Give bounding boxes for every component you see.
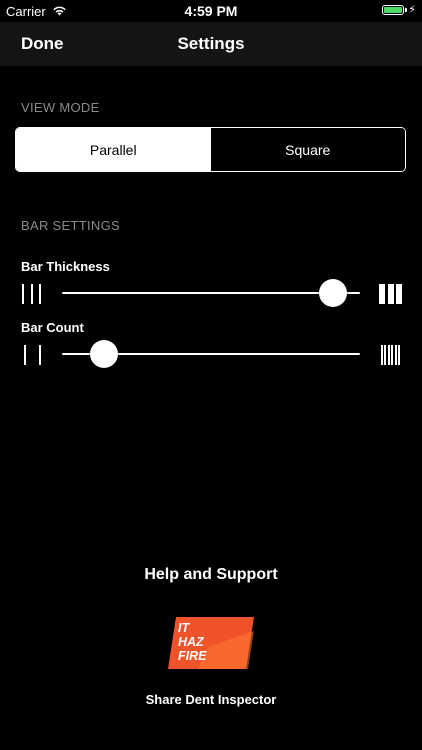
- bar-settings-header: BAR SETTINGS: [21, 218, 120, 233]
- clock: 4:59 PM: [184, 3, 238, 19]
- bar-thickness-slider-thumb[interactable]: [319, 279, 348, 307]
- bar-thickness-label: Bar Thickness: [21, 259, 110, 274]
- thick-bars-icon: [379, 284, 402, 304]
- bar-count-slider-thumb[interactable]: [89, 340, 118, 368]
- view-mode-segmented-control: Parallel Square: [15, 127, 406, 172]
- logo-line-3: FIRE: [178, 649, 207, 663]
- view-mode-header: VIEW MODE: [21, 100, 100, 115]
- bar-count-slider[interactable]: [62, 340, 360, 368]
- logo-line-2: HAZ: [178, 635, 204, 649]
- bar-thickness-slider[interactable]: [62, 279, 360, 307]
- it-haz-fire-logo[interactable]: IT HAZ FIRE: [168, 617, 254, 669]
- help-and-support-title: Help and Support: [144, 566, 278, 583]
- status-bar: Carrier 4:59 PM ⚡: [0, 0, 422, 22]
- thin-bars-icon: [22, 284, 41, 304]
- segment-square[interactable]: Square: [210, 128, 405, 171]
- segment-parallel[interactable]: Parallel: [16, 128, 211, 171]
- battery-icon: [382, 5, 407, 15]
- charging-icon: ⚡: [408, 4, 416, 16]
- page-title: Settings: [177, 34, 245, 53]
- few-bars-icon: [24, 345, 41, 365]
- navigation-bar: Done Settings: [0, 22, 422, 66]
- bar-count-label: Bar Count: [21, 320, 84, 335]
- logo-line-1: IT: [178, 621, 190, 635]
- many-bars-icon: [381, 345, 400, 365]
- share-app-button[interactable]: Share Dent Inspector: [0, 692, 422, 707]
